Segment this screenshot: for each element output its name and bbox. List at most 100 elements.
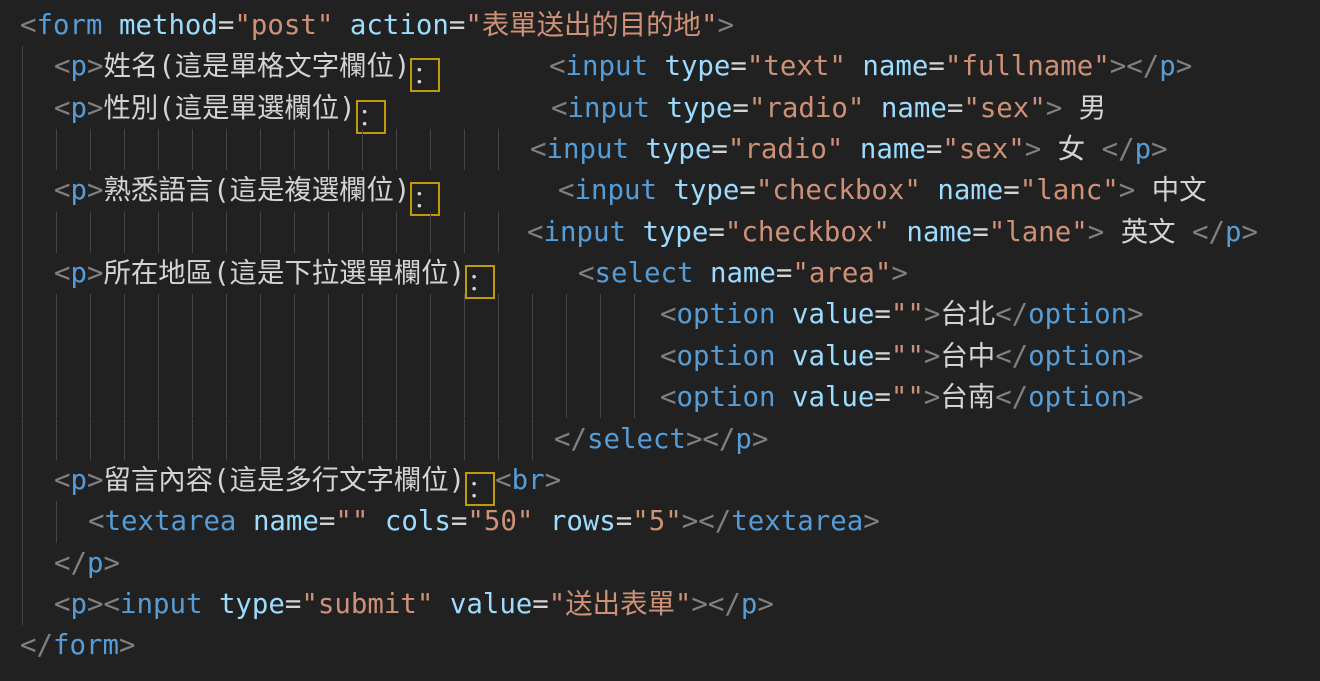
token: <: [660, 299, 677, 330]
token: </: [1102, 134, 1135, 165]
token: ><: [87, 589, 120, 620]
token: 英文: [1104, 217, 1192, 248]
code-line[interactable]: <p>留言內容(這是多行文字欄位)：<br>: [0, 460, 1320, 501]
token: 留言內容(這是多行文字欄位): [104, 465, 466, 496]
token: >: [87, 258, 104, 289]
token: =: [730, 51, 747, 82]
token: 男: [1062, 93, 1106, 124]
token: =: [708, 217, 725, 248]
token: =: [616, 506, 633, 537]
token: ></: [1110, 51, 1159, 82]
token: =: [874, 299, 891, 330]
token: "area": [792, 258, 891, 289]
token: >: [1176, 51, 1193, 82]
token: [775, 382, 792, 413]
code-segment: <select name="area">: [578, 253, 908, 294]
token: p: [1135, 134, 1152, 165]
token: input: [120, 589, 202, 620]
code-line[interactable]: <p><input type="submit" value="送出表單"></p…: [0, 584, 1320, 625]
token: "radio": [728, 134, 843, 165]
token: p: [71, 258, 88, 289]
token: >: [863, 506, 880, 537]
indent-guide: [22, 336, 640, 377]
code-line[interactable]: <textarea name="" cols="50" rows="5"></t…: [0, 501, 1320, 542]
token: =: [1003, 175, 1020, 206]
indent-guide: [22, 253, 26, 294]
token: <: [54, 258, 71, 289]
token: =: [449, 10, 466, 41]
token: [775, 341, 792, 372]
token: name: [937, 175, 1003, 206]
code-segment: <p>所在地區(這是下拉選單欄位)：: [54, 253, 495, 299]
code-segment: <p><input type="submit" value="送出表單"></p…: [54, 584, 774, 625]
token: <: [558, 175, 575, 206]
code-segment: <input type="radio" name="sex"> 男: [551, 88, 1106, 129]
token: name: [906, 217, 972, 248]
code-editor[interactable]: <form method="post" action="表單送出的目的地"><p…: [0, 0, 1320, 681]
code-line[interactable]: <input type="radio" name="sex"> 女 </p>: [0, 129, 1320, 170]
code-line[interactable]: </form>: [0, 625, 1320, 666]
code-line[interactable]: <p>姓名(這是單格文字欄位)：<input type="text" name=…: [0, 46, 1320, 87]
token: =: [874, 341, 891, 372]
token: method: [119, 10, 218, 41]
token: <: [660, 382, 677, 413]
token: [433, 589, 450, 620]
indent-guide: [22, 584, 26, 625]
token: p: [71, 93, 88, 124]
code-segment: <input type="checkbox" name="lanc"> 中文: [558, 170, 1207, 211]
token: "text": [747, 51, 846, 82]
token: "5": [632, 506, 681, 537]
token: =: [732, 93, 749, 124]
token: p: [71, 51, 88, 82]
code-segment: <option value="">台中</option>: [660, 336, 1144, 377]
token: type: [642, 217, 708, 248]
token: type: [666, 93, 732, 124]
code-line[interactable]: <p>熟悉語言(這是複選欄位)：<input type="checkbox" n…: [0, 170, 1320, 211]
token: p: [71, 465, 88, 496]
code-line[interactable]: <option value="">台南</option>: [0, 377, 1320, 418]
token: input: [544, 217, 626, 248]
code-line[interactable]: </p>: [0, 543, 1320, 584]
code-line[interactable]: <form method="post" action="表單送出的目的地">: [0, 5, 1320, 46]
token: >: [924, 341, 941, 372]
token: option: [677, 299, 776, 330]
token: >: [757, 589, 774, 620]
code-line[interactable]: </select></p>: [0, 419, 1320, 460]
code-segment: <option value="">台北</option>: [660, 294, 1144, 335]
token: [202, 589, 219, 620]
token: [333, 10, 350, 41]
code-line[interactable]: <input type="checkbox" name="lane"> 英文 <…: [0, 212, 1320, 253]
indent-guide: [22, 88, 26, 129]
token: 台北: [940, 299, 995, 330]
token: 姓名(這是單格文字欄位): [104, 51, 411, 82]
token: <: [530, 134, 547, 165]
token: <: [660, 341, 677, 372]
code-line[interactable]: <p>所在地區(這是下拉選單欄位)：<select name="area">: [0, 253, 1320, 294]
token: <: [551, 93, 568, 124]
indent-guide: [22, 460, 26, 501]
token: =: [218, 10, 235, 41]
token: 台南: [940, 382, 995, 413]
token: type: [219, 589, 285, 620]
token: option: [677, 382, 776, 413]
token: >: [717, 10, 734, 41]
token: "lane": [989, 217, 1088, 248]
token: [921, 175, 938, 206]
token: "送出表單": [549, 589, 692, 620]
code-line[interactable]: <option value="">台中</option>: [0, 336, 1320, 377]
token: p: [71, 175, 88, 206]
indent-guide: [22, 294, 640, 335]
token: <: [20, 10, 37, 41]
token: </: [995, 341, 1028, 372]
token: "lanc": [1020, 175, 1119, 206]
token: p: [71, 589, 88, 620]
code-segment: <input type="text" name="fullname"></p>: [549, 46, 1192, 87]
token: =: [711, 134, 728, 165]
code-line[interactable]: <option value="">台北</option>: [0, 294, 1320, 335]
indent-guide: [22, 129, 500, 170]
token: "50": [467, 506, 533, 537]
token: select: [587, 424, 686, 455]
token: =: [532, 589, 549, 620]
token: [626, 217, 643, 248]
code-line[interactable]: <p>性別(這是單選欄位)：<input type="radio" name="…: [0, 88, 1320, 129]
